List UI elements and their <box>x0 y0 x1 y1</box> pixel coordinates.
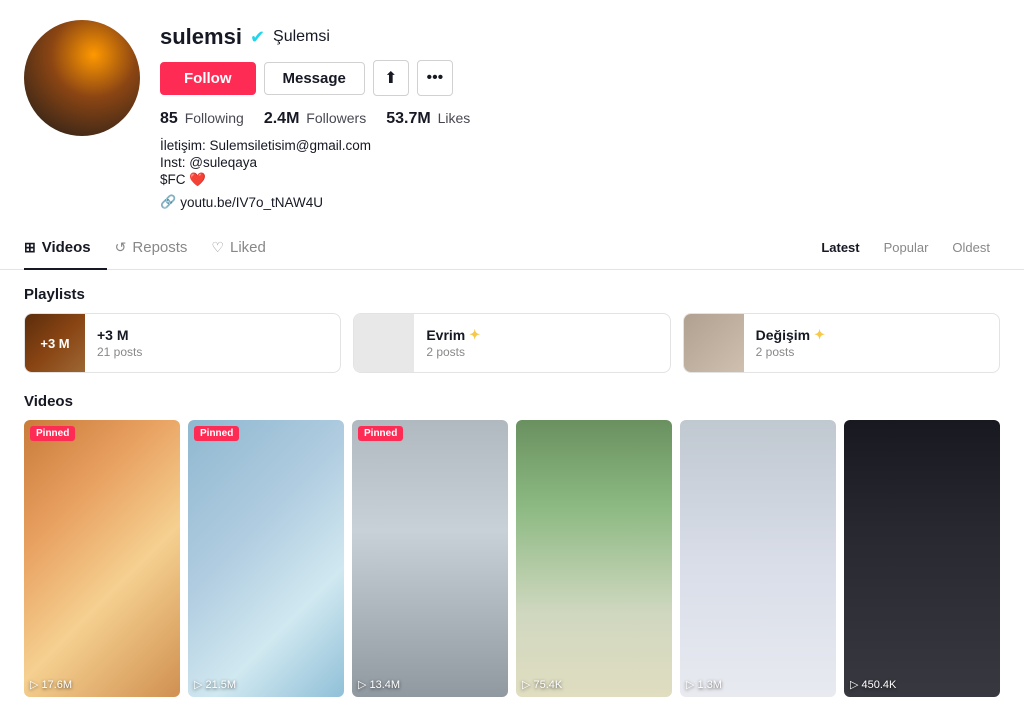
likes-label: Likes <box>438 110 471 126</box>
username: sulemsi <box>160 24 242 50</box>
playlist-thumb-2 <box>354 313 414 373</box>
followers-stat[interactable]: 2.4M Followers <box>264 110 366 128</box>
bio-line-3: $FC ❤️ <box>160 172 1000 188</box>
video-card-4[interactable]: ▷ 75.4K <box>516 420 672 697</box>
video-views-1: ▷ 17.6M <box>30 678 72 691</box>
playlist-name-3: Değişim ✦ <box>756 327 825 343</box>
playlist-card-3[interactable]: Değişim ✦ 2 posts <box>683 313 1000 373</box>
playlist-posts-3: 2 posts <box>756 345 825 359</box>
reposts-tab-icon: ↺ <box>115 239 127 256</box>
playlist-thumb-3 <box>684 313 744 373</box>
video-views-2: ▷ 21.5M <box>194 678 236 691</box>
playlist-card-2[interactable]: Evrim ✦ 2 posts <box>353 313 670 373</box>
sort-popular-button[interactable]: Popular <box>874 236 939 259</box>
profile-info: sulemsi ✔ Şulemsi Follow Message ⬆ ••• 8… <box>160 20 1000 210</box>
link-icon: 🔗 <box>160 194 176 210</box>
following-count: 85 <box>160 110 178 127</box>
tab-videos[interactable]: ⊞ Videos <box>24 227 107 270</box>
followers-label: Followers <box>306 110 366 126</box>
playlist-star-3: ✦ <box>814 327 825 343</box>
playlist-info-2: Evrim ✦ 2 posts <box>414 327 492 359</box>
playlist-info-1: +3 M 21 posts <box>85 327 154 359</box>
more-icon: ••• <box>426 69 443 87</box>
sort-buttons: Latest Popular Oldest <box>811 236 1000 259</box>
video-card-5[interactable]: ▷ 1.3M <box>680 420 836 697</box>
verified-icon: ✔ <box>250 27 265 48</box>
video-views-4: ▷ 75.4K <box>522 678 562 691</box>
bio-link[interactable]: 🔗 youtu.be/IV7o_tNAW4U <box>160 194 1000 210</box>
action-row: Follow Message ⬆ ••• <box>160 60 1000 96</box>
playlist-name-1: +3 M <box>97 327 142 343</box>
nav-tabs: ⊞ Videos ↺ Reposts ♡ Liked Latest Popula… <box>0 226 1024 270</box>
tab-videos-label: Videos <box>42 239 91 256</box>
playlist-posts-2: 2 posts <box>426 345 480 359</box>
tab-liked-label: Liked <box>230 239 266 256</box>
playlist-overlay-1: +3 M <box>25 313 85 373</box>
videos-grid: Pinned ▷ 17.6M Pinned ▷ 21.5M Pinned ▷ 13.4M ▷… <box>24 420 1000 697</box>
videos-tab-icon: ⊞ <box>24 239 36 256</box>
pinned-badge-1: Pinned <box>30 426 75 441</box>
stats-row: 85 Following 2.4M Followers 53.7M Likes <box>160 110 1000 128</box>
link-url: youtu.be/IV7o_tNAW4U <box>180 195 323 210</box>
video-views-5: ▷ 1.3M <box>686 678 722 691</box>
video-card-6[interactable]: ▷ 450.4K <box>844 420 1000 697</box>
share-icon: ⬆ <box>384 68 397 88</box>
message-button[interactable]: Message <box>264 62 365 95</box>
video-card-1[interactable]: Pinned ▷ 17.6M <box>24 420 180 697</box>
bio-line-1: İletişim: Sulemsiletisim@gmail.com <box>160 138 1000 153</box>
playlist-posts-1: 21 posts <box>97 345 142 359</box>
likes-stat: 53.7M Likes <box>386 110 470 128</box>
username-row: sulemsi ✔ Şulemsi <box>160 24 1000 50</box>
following-stat[interactable]: 85 Following <box>160 110 244 128</box>
share-button[interactable]: ⬆ <box>373 60 409 96</box>
pinned-badge-3: Pinned <box>358 426 403 441</box>
display-name: Şulemsi <box>273 28 330 46</box>
content-area: Playlists +3 M +3 M 21 posts Evrim ✦ 2 p… <box>0 286 1024 721</box>
more-button[interactable]: ••• <box>417 60 453 96</box>
video-views-3: ▷ 13.4M <box>358 678 400 691</box>
playlist-info-3: Değişim ✦ 2 posts <box>744 327 837 359</box>
video-views-6: ▷ 450.4K <box>850 678 896 691</box>
follow-button[interactable]: Follow <box>160 62 256 95</box>
video-card-3[interactable]: Pinned ▷ 13.4M <box>352 420 508 697</box>
video-card-2[interactable]: Pinned ▷ 21.5M <box>188 420 344 697</box>
playlist-star-2: ✦ <box>469 327 480 343</box>
pinned-badge-2: Pinned <box>194 426 239 441</box>
tab-liked[interactable]: ♡ Liked <box>211 227 281 270</box>
playlist-card-1[interactable]: +3 M +3 M 21 posts <box>24 313 341 373</box>
followers-count: 2.4M <box>264 110 300 127</box>
avatar <box>24 20 140 136</box>
sort-latest-button[interactable]: Latest <box>811 236 869 259</box>
playlist-name-2: Evrim ✦ <box>426 327 480 343</box>
playlist-thumb-1: +3 M <box>25 313 85 373</box>
sort-oldest-button[interactable]: Oldest <box>942 236 1000 259</box>
tab-reposts[interactable]: ↺ Reposts <box>115 227 204 270</box>
liked-tab-icon: ♡ <box>211 239 224 256</box>
following-label: Following <box>185 110 244 126</box>
likes-count: 53.7M <box>386 110 430 127</box>
playlists-section-title: Playlists <box>24 286 1000 303</box>
bio-line-2: Inst: @suleqaya <box>160 155 1000 170</box>
videos-section-title: Videos <box>24 393 1000 410</box>
tab-reposts-label: Reposts <box>132 239 187 256</box>
playlists-grid: +3 M +3 M 21 posts Evrim ✦ 2 posts <box>24 313 1000 373</box>
